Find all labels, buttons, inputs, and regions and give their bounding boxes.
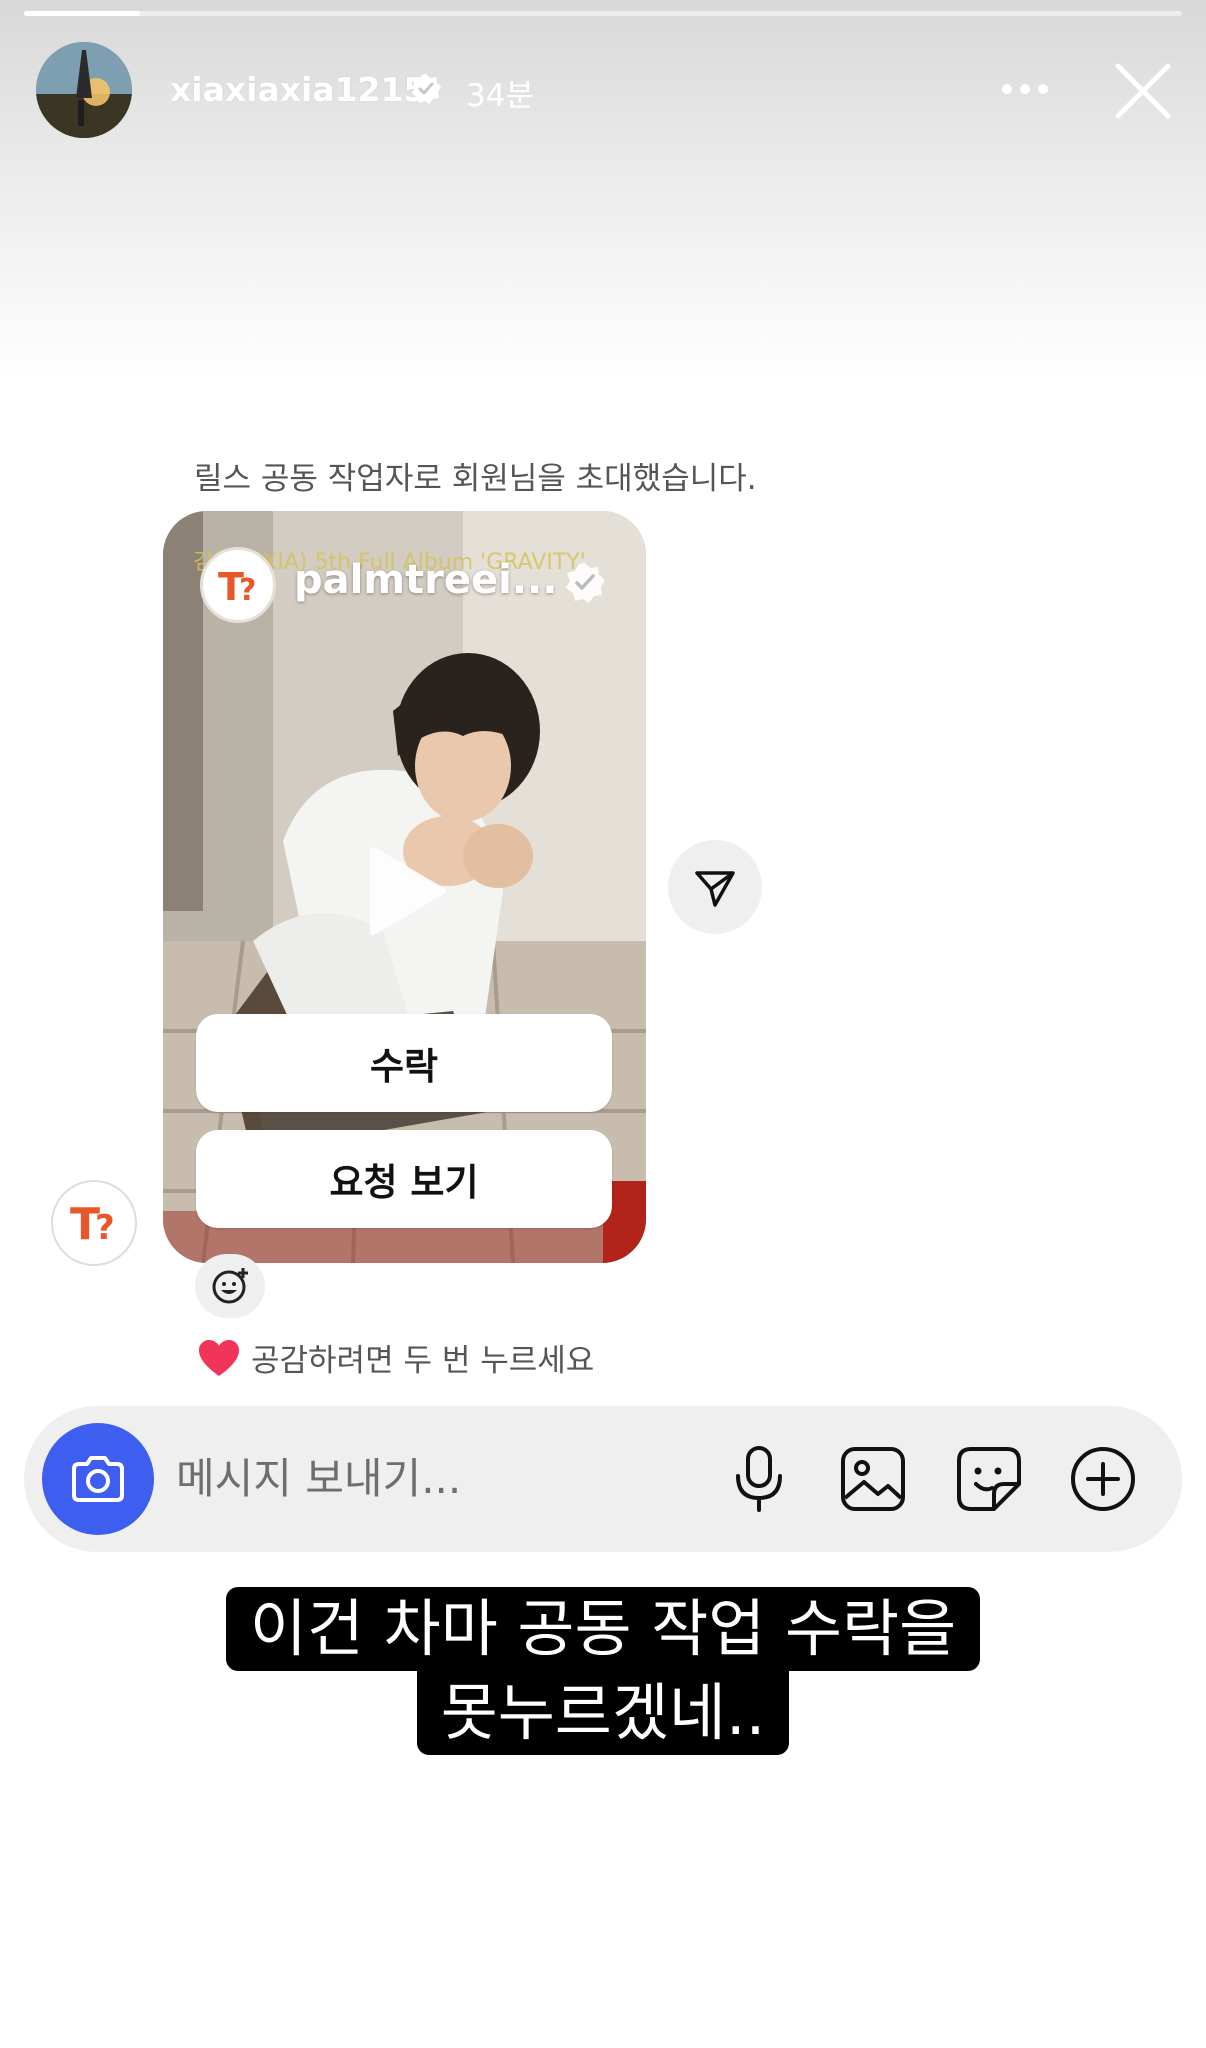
close-icon[interactable] bbox=[1112, 60, 1174, 122]
send-icon bbox=[695, 871, 735, 907]
story-header-shade bbox=[0, 0, 1206, 380]
reel-account-name[interactable]: palmtreei... bbox=[294, 557, 557, 603]
heart-icon bbox=[199, 1339, 239, 1376]
like-hint: 공감하려면 두 번 누르세요 bbox=[197, 1335, 594, 1380]
sender-avatar[interactable]: T ? bbox=[51, 1180, 137, 1266]
add-reaction-button[interactable] bbox=[195, 1254, 265, 1318]
view-request-button[interactable]: 요청 보기 bbox=[196, 1130, 612, 1228]
microphone-icon[interactable] bbox=[724, 1444, 794, 1514]
reel-account-logo: T ? bbox=[200, 547, 276, 623]
add-icon[interactable] bbox=[1068, 1444, 1138, 1514]
share-button[interactable] bbox=[668, 840, 762, 934]
svg-text:?: ? bbox=[95, 1208, 115, 1248]
message-composer bbox=[24, 1406, 1182, 1552]
play-icon[interactable] bbox=[367, 846, 447, 936]
emoji-add-icon bbox=[212, 1268, 248, 1304]
more-options-icon[interactable] bbox=[1000, 82, 1050, 96]
camera-icon bbox=[72, 1456, 124, 1502]
svg-text:?: ? bbox=[239, 573, 256, 608]
verified-badge-icon bbox=[412, 74, 441, 104]
story-caption: 이건 차마 공동 작업 수락을 못누르겠네.. bbox=[0, 1587, 1206, 1755]
sticker-icon[interactable] bbox=[954, 1444, 1024, 1514]
reel-invite-card[interactable]: 김준수(XIA) 5th Full Album 'GRAVITY' T ? pa… bbox=[163, 511, 646, 1263]
gallery-icon[interactable] bbox=[838, 1444, 908, 1514]
invite-message: 릴스 공동 작업자로 회원님을 초대했습니다. bbox=[194, 461, 757, 497]
accept-button[interactable]: 수락 bbox=[196, 1014, 612, 1112]
story-time: 34분 bbox=[466, 78, 534, 114]
message-input[interactable] bbox=[176, 1454, 676, 1503]
camera-button[interactable] bbox=[42, 1423, 154, 1535]
story-progress-bar bbox=[24, 11, 1182, 16]
caption-line-2: 못누르겠네.. bbox=[416, 1671, 790, 1755]
like-hint-text: 공감하려면 두 번 누르세요 bbox=[251, 1343, 595, 1379]
story-progress-fill bbox=[24, 11, 140, 16]
reel-verified-icon bbox=[566, 563, 605, 603]
story-avatar[interactable] bbox=[36, 42, 132, 138]
story-username[interactable]: xiaxiaxia1215 bbox=[170, 70, 426, 109]
caption-line-1: 이건 차마 공동 작업 수락을 bbox=[225, 1587, 981, 1671]
